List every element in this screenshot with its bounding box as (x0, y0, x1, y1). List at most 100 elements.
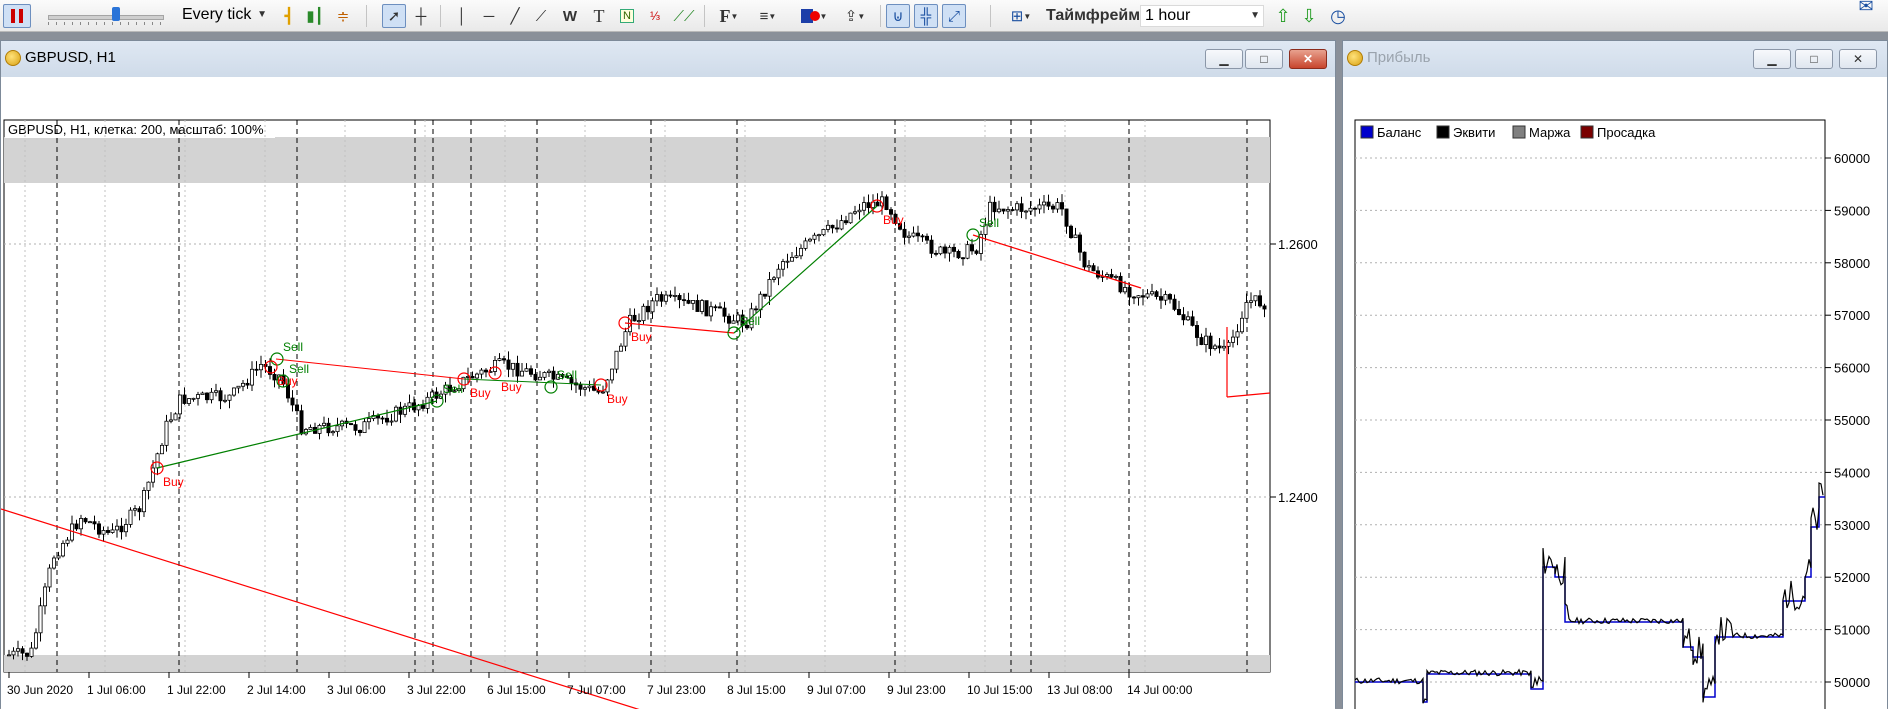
candle-body (695, 300, 700, 312)
candle-body (353, 424, 358, 431)
candle-body (191, 397, 196, 400)
candle-body (402, 405, 407, 415)
candle-body (398, 406, 403, 415)
close-button[interactable]: ✕ (1839, 49, 1877, 69)
candle-body (668, 294, 673, 297)
candle-body (393, 406, 398, 422)
candle-body (916, 232, 921, 237)
candle-body (1262, 305, 1267, 310)
trade-label: Buy (163, 475, 184, 489)
timeframe-select[interactable]: 1 hour ▼ (1140, 5, 1264, 27)
arrow-down-icon[interactable]: ⇩ (1298, 4, 1320, 28)
candle-body (686, 299, 691, 304)
label-icon[interactable]: N (616, 4, 638, 28)
line-style-icon[interactable]: ≡ ▼ (750, 4, 786, 28)
grid-icon[interactable]: ╬ (914, 4, 938, 28)
candle-body (1028, 207, 1033, 212)
minimize-button[interactable]: ▁ (1205, 49, 1243, 69)
crosshair-icon[interactable]: ┼ (410, 4, 432, 28)
bar-chart-icon[interactable]: ┫ (278, 4, 300, 28)
candle-body (956, 250, 961, 259)
horizontal-line-icon[interactable]: ─ (478, 4, 500, 28)
pause-button[interactable] (3, 4, 31, 28)
candle-body (1195, 325, 1200, 338)
shape-icon[interactable]: ⇪ ▼ (838, 4, 872, 28)
fibonacci-icon[interactable]: ⅓ (644, 4, 666, 28)
maximize-button[interactable]: □ (1795, 49, 1833, 69)
color-icon[interactable]: ▼ (796, 4, 832, 28)
profit-axis-label: 57000 (1834, 308, 1870, 323)
candle-body (641, 305, 646, 322)
trendline-icon[interactable]: ╱ (504, 4, 526, 28)
price-chart[interactable]: GBPUSD, H1, клетка: 200, масштаб: 100% B… (1, 77, 1335, 709)
candlestick-icon[interactable]: ▮┃ (304, 4, 326, 28)
candle-body (209, 391, 214, 401)
candle-body (623, 331, 628, 347)
candle-body (826, 224, 831, 230)
toolbar-separator (704, 5, 705, 27)
time-label: 2 Jul 14:00 (247, 683, 306, 697)
speed-thumb[interactable] (112, 7, 120, 21)
candle-body (1060, 202, 1065, 210)
toolbar-separator (440, 5, 441, 27)
candle-body (866, 202, 871, 209)
font-icon[interactable]: F ▼ (714, 4, 744, 28)
candle-body (943, 246, 948, 254)
candle-body (222, 399, 227, 402)
candle-body (24, 652, 29, 657)
minimize-button[interactable]: ▁ (1753, 49, 1791, 69)
clock-icon[interactable]: ◷ (1326, 4, 1350, 28)
gann-icon[interactable]: ⟋⟋ (672, 4, 696, 28)
price-label: 1.2600 (1278, 237, 1318, 252)
candle-body (1199, 337, 1204, 345)
add-indicator-icon[interactable]: ⊞ ▼ (1004, 4, 1038, 28)
text-tool-icon[interactable]: T (588, 4, 610, 28)
candle-body (483, 369, 488, 373)
profit-axis-label: 53000 (1834, 518, 1870, 533)
profit-chart[interactable]: 60000 59000 58000 57000 56000 55000 54000 53000… (1343, 77, 1887, 709)
time-label: 1 Jul 22:00 (167, 683, 226, 697)
candle-body (812, 234, 817, 240)
mail-icon[interactable]: ✉ (1850, 0, 1882, 18)
line-chart-icon[interactable]: ≑ (332, 4, 354, 28)
candle-body (515, 362, 520, 377)
elliott-wave-icon[interactable]: W (558, 4, 582, 28)
candle-body (1006, 209, 1011, 212)
candle-body (497, 358, 502, 361)
profit-window-titlebar: Прибыль ▁ □ ✕ (1343, 41, 1887, 77)
candle-body (1091, 265, 1096, 272)
candle-body (587, 385, 592, 389)
candle-body (1127, 287, 1132, 298)
time-label: 1 Jul 06:00 (87, 683, 146, 697)
chart-shift-icon[interactable]: ⤢ (942, 4, 966, 28)
cursor-icon[interactable]: ➚ (382, 4, 406, 28)
maximize-button[interactable]: □ (1245, 49, 1283, 69)
candle-body (1123, 287, 1128, 293)
candle-body (407, 402, 412, 407)
timeframe-value: 1 hour (1145, 7, 1191, 24)
candle-body (362, 421, 367, 434)
candle-body (808, 238, 813, 242)
candle-body (1231, 336, 1236, 343)
speed-slider[interactable] (46, 6, 166, 26)
candle-body (1069, 225, 1074, 239)
candle-body (1244, 302, 1249, 319)
candle-body (911, 232, 916, 237)
candle-body (1172, 298, 1177, 310)
speed-mode-select[interactable]: Every tick ▼ (178, 5, 270, 27)
candle-body (1064, 208, 1069, 227)
close-button[interactable]: ✕ (1289, 49, 1327, 69)
trade-label: Sell (740, 314, 760, 328)
candle-body (929, 239, 934, 254)
vertical-line-icon[interactable]: │ (452, 4, 472, 28)
candle-body (637, 320, 642, 323)
angle-line-icon[interactable]: ⟋ (530, 4, 552, 28)
magnet-icon[interactable]: ⊍ (886, 4, 910, 28)
candle-body (1019, 203, 1024, 212)
candle-body (704, 300, 709, 317)
candle-body (974, 250, 979, 254)
candle-body (965, 244, 970, 259)
candle-body (659, 294, 664, 302)
close-icon: ✕ (1852, 52, 1864, 66)
arrow-up-icon[interactable]: ⇧ (1272, 4, 1294, 28)
